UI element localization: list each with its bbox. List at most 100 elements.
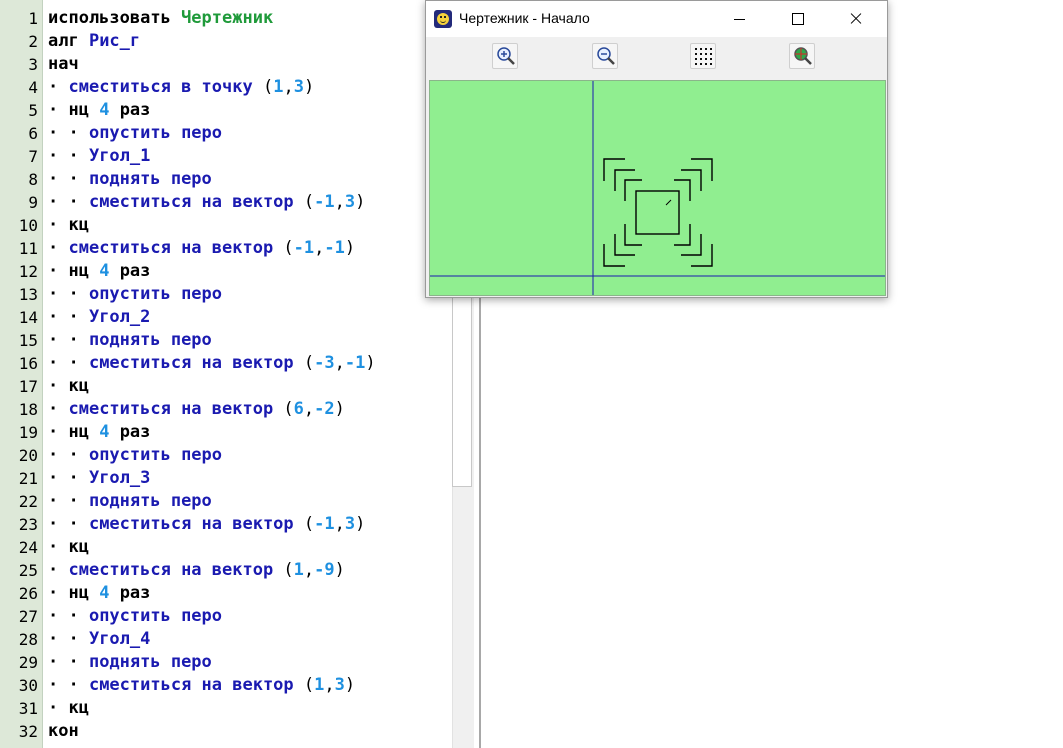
code-line[interactable]: · · Угол_2: [48, 306, 150, 329]
line-number: 24: [18, 538, 38, 557]
code-line[interactable]: · · поднять перо: [48, 329, 212, 352]
line-number: 22: [18, 492, 38, 511]
code-token: ): [344, 238, 356, 258]
code-line[interactable]: алг Рис_г: [48, 30, 140, 53]
line-number: 30: [18, 676, 38, 695]
code-token: ): [334, 560, 345, 580]
grid-icon: [695, 48, 712, 65]
code-token: кц: [68, 215, 89, 235]
code-token: сместиться на вектор: [88, 675, 304, 695]
code-token: раз: [109, 583, 151, 603]
code-token: 1: [273, 77, 284, 97]
code-token: кц: [68, 698, 89, 718]
code-token: (: [262, 77, 274, 97]
code-token: нц: [68, 583, 100, 603]
code-token: · ·: [48, 353, 89, 373]
code-token: ·: [48, 238, 69, 258]
code-token: сместиться на вектор: [88, 353, 304, 373]
code-token: ·: [48, 100, 69, 120]
code-line[interactable]: · кц: [48, 375, 89, 398]
code-token: поднять перо: [88, 491, 212, 511]
zoom-out-button[interactable]: [592, 43, 618, 69]
code-token: 3: [344, 192, 356, 212]
line-number: 6: [28, 124, 38, 143]
code-line[interactable]: · · Угол_4: [48, 628, 150, 651]
code-token: · ·: [48, 514, 89, 534]
fit-to-view-button[interactable]: [789, 43, 815, 69]
code-token: Рис_г: [88, 31, 141, 51]
code-line[interactable]: · сместиться на вектор (6,-2): [48, 398, 345, 421]
line-number: 23: [18, 515, 38, 534]
code-line[interactable]: · нц 4 раз: [48, 99, 150, 122]
code-line[interactable]: кон: [48, 720, 79, 743]
code-line[interactable]: · · Угол_1: [48, 145, 150, 168]
zoom-in-icon: [497, 47, 515, 65]
code-line[interactable]: использовать Чертежник: [48, 7, 273, 30]
code-token: -1: [293, 238, 315, 258]
code-token: (: [303, 353, 315, 373]
code-token: ·: [48, 583, 69, 603]
code-line[interactable]: · кц: [48, 536, 89, 559]
code-token: поднять перо: [88, 652, 212, 672]
code-token: ·: [48, 422, 69, 442]
code-token: · ·: [48, 330, 89, 350]
code-token: опустить перо: [88, 606, 223, 626]
code-line[interactable]: · · Угол_3: [48, 467, 150, 490]
code-line[interactable]: · · сместиться на вектор (-1,3): [48, 513, 365, 536]
code-line[interactable]: · · опустить перо: [48, 444, 222, 467]
line-number: 15: [18, 331, 38, 350]
code-token: · ·: [48, 652, 89, 672]
code-token: кц: [68, 537, 89, 557]
code-line[interactable]: · · опустить перо: [48, 283, 222, 306]
code-token: · ·: [48, 307, 89, 327]
code-token: 1: [314, 675, 325, 695]
code-token: ·: [48, 77, 69, 97]
code-token: Угол_1: [88, 146, 151, 166]
title-bar[interactable]: Чертежник - Начало: [426, 1, 887, 37]
code-token: использовать: [48, 8, 182, 28]
code-token: · ·: [48, 123, 89, 143]
code-token: поднять перо: [88, 169, 212, 189]
code-line[interactable]: · · опустить перо: [48, 122, 222, 145]
code-line[interactable]: · · сместиться на вектор (-3,-1): [48, 352, 376, 375]
app-icon: [434, 10, 452, 28]
code-line[interactable]: · сместиться в точку (1,3): [48, 76, 314, 99]
code-line[interactable]: · · поднять перо: [48, 168, 212, 191]
maximize-button[interactable]: [775, 1, 821, 37]
code-line[interactable]: · сместиться на вектор (1,-9): [48, 559, 345, 582]
zoom-in-button[interactable]: [492, 43, 518, 69]
line-number: 4: [28, 78, 38, 97]
code-line[interactable]: · · поднять перо: [48, 490, 212, 513]
code-token: · ·: [48, 169, 89, 189]
minimize-button[interactable]: [717, 1, 763, 37]
code-line[interactable]: · · опустить перо: [48, 605, 222, 628]
code-token: · ·: [48, 192, 89, 212]
drawing-canvas[interactable]: [429, 80, 886, 296]
code-line[interactable]: · · поднять перо: [48, 651, 212, 674]
code-line[interactable]: · нц 4 раз: [48, 421, 150, 444]
grid-button[interactable]: [690, 43, 716, 69]
code-token: ,: [324, 675, 335, 695]
code-token: раз: [109, 100, 151, 120]
code-token: ): [344, 675, 356, 695]
code-line[interactable]: · кц: [48, 214, 89, 237]
code-token: ,: [314, 238, 325, 258]
code-token: -1: [314, 192, 335, 212]
line-number: 3: [28, 55, 38, 74]
code-token: 6: [293, 399, 304, 419]
code-line[interactable]: нач: [48, 53, 79, 76]
close-button[interactable]: [833, 1, 879, 37]
code-token: 4: [99, 422, 110, 442]
line-number: 25: [18, 561, 38, 580]
code-line[interactable]: · сместиться на вектор (-1,-1): [48, 237, 355, 260]
code-line[interactable]: · нц 4 раз: [48, 582, 150, 605]
code-line[interactable]: · · сместиться на вектор (1,3): [48, 674, 355, 697]
code-token: ·: [48, 261, 69, 281]
code-token: · ·: [48, 284, 89, 304]
code-line[interactable]: · нц 4 раз: [48, 260, 150, 283]
code-line[interactable]: · кц: [48, 697, 89, 720]
line-number: 20: [18, 446, 38, 465]
line-number-gutter: 1 2 3 4 5 6 7 8 9 10 11 12 13 14 15 16 17 18 19 20 21 22 23 24 2…: [0, 0, 43, 748]
code-token: (: [303, 514, 315, 534]
code-line[interactable]: · · сместиться на вектор (-1,3): [48, 191, 365, 214]
